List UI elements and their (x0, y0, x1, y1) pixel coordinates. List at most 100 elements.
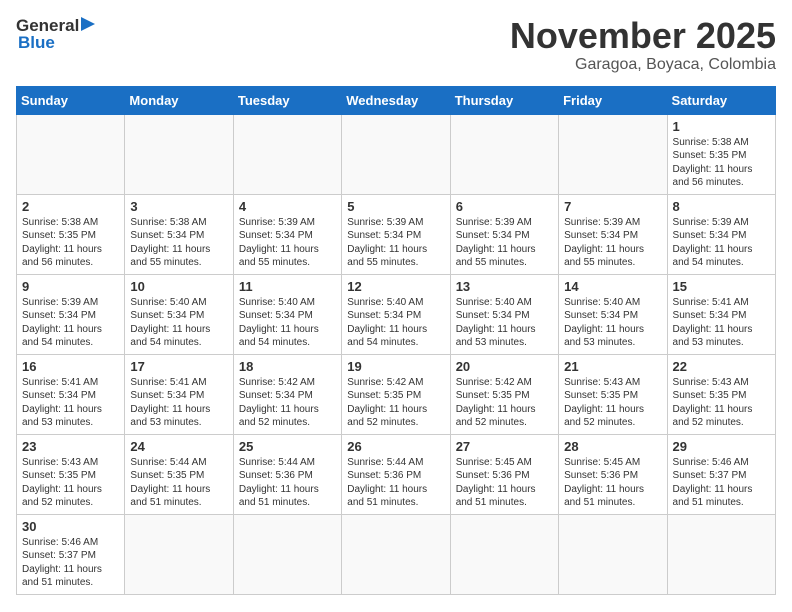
page-header: General Blue November 2025 Garagoa, Boya… (16, 16, 776, 74)
logo-arrow-icon (81, 17, 95, 31)
weekday-header-tuesday: Tuesday (233, 86, 341, 114)
calendar-cell (559, 514, 667, 594)
day-info: Sunrise: 5:40 AM Sunset: 5:34 PM Dayligh… (564, 296, 661, 350)
day-info: Sunrise: 5:43 AM Sunset: 5:35 PM Dayligh… (22, 456, 119, 510)
calendar-cell: 15Sunrise: 5:41 AM Sunset: 5:34 PM Dayli… (667, 274, 775, 354)
day-info: Sunrise: 5:42 AM Sunset: 5:34 PM Dayligh… (239, 376, 336, 430)
calendar-table: SundayMondayTuesdayWednesdayThursdayFrid… (16, 86, 776, 595)
weekday-header-sunday: Sunday (17, 86, 125, 114)
calendar-cell: 30Sunrise: 5:46 AM Sunset: 5:37 PM Dayli… (17, 514, 125, 594)
calendar-cell: 18Sunrise: 5:42 AM Sunset: 5:34 PM Dayli… (233, 354, 341, 434)
day-number: 7 (564, 199, 661, 214)
day-info: Sunrise: 5:42 AM Sunset: 5:35 PM Dayligh… (347, 376, 444, 430)
day-number: 8 (673, 199, 770, 214)
calendar-cell (233, 514, 341, 594)
day-info: Sunrise: 5:46 AM Sunset: 5:37 PM Dayligh… (22, 536, 119, 590)
calendar-cell: 12 Sunrise: 5:40 AM Sunset: 5:34 PM Dayli… (342, 274, 450, 354)
calendar-cell: 13Sunrise: 5:40 AM Sunset: 5:34 PM Dayli… (450, 274, 558, 354)
day-number: 14 (564, 279, 661, 294)
day-info: Sunrise: 5:45 AM Sunset: 5:36 PM Dayligh… (456, 456, 553, 510)
calendar-cell (125, 114, 233, 194)
calendar-cell: 9Sunrise: 5:39 AM Sunset: 5:34 PM Daylig… (17, 274, 125, 354)
day-info: Sunrise: 5:43 AM Sunset: 5:35 PM Dayligh… (673, 376, 770, 430)
day-number: 2 (22, 199, 119, 214)
day-info: Sunrise: 5:41 AM Sunset: 5:34 PM Dayligh… (673, 296, 770, 350)
day-info: Sunrise: 5:46 AM Sunset: 5:37 PM Dayligh… (673, 456, 770, 510)
day-number: 1 (673, 119, 770, 134)
month-title: November 2025 (510, 16, 776, 56)
calendar-cell (559, 114, 667, 194)
day-number: 20 (456, 359, 553, 374)
day-info: Sunrise: 5:40 AM Sunset: 5:34 PM Dayligh… (130, 296, 227, 350)
calendar-body: 1 Sunrise: 5:38 AM Sunset: 5:35 PM Daylig… (17, 114, 776, 594)
day-info: Sunrise: 5:39 AM Sunset: 5:34 PM Dayligh… (239, 216, 336, 270)
calendar-cell: 17Sunrise: 5:41 AM Sunset: 5:34 PM Dayli… (125, 354, 233, 434)
calendar-cell: 10 Sunrise: 5:40 AM Sunset: 5:34 PM Dayli… (125, 274, 233, 354)
calendar-cell: 11 Sunrise: 5:40 AM Sunset: 5:34 PM Dayli… (233, 274, 341, 354)
day-info: Sunrise: 5:38 AM Sunset: 5:35 PM Dayligh… (22, 216, 119, 270)
day-info: Sunrise: 5:40 AM Sunset: 5:34 PM Dayligh… (347, 296, 444, 350)
day-number: 19 (347, 359, 444, 374)
calendar-cell: 29 Sunrise: 5:46 AM Sunset: 5:37 PM Dayli… (667, 434, 775, 514)
calendar-header: SundayMondayTuesdayWednesdayThursdayFrid… (17, 86, 776, 114)
day-info: Sunrise: 5:45 AM Sunset: 5:36 PM Dayligh… (564, 456, 661, 510)
calendar-cell (233, 114, 341, 194)
day-number: 6 (456, 199, 553, 214)
location-title: Garagoa, Boyaca, Colombia (510, 56, 776, 74)
day-info: Sunrise: 5:44 AM Sunset: 5:36 PM Dayligh… (239, 456, 336, 510)
weekday-header-row: SundayMondayTuesdayWednesdayThursdayFrid… (17, 86, 776, 114)
title-area: November 2025 Garagoa, Boyaca, Colombia (510, 16, 776, 74)
day-number: 16 (22, 359, 119, 374)
day-info: Sunrise: 5:40 AM Sunset: 5:34 PM Dayligh… (456, 296, 553, 350)
calendar-week-row: 23 Sunrise: 5:43 AM Sunset: 5:35 PM Dayli… (17, 434, 776, 514)
day-number: 11 (239, 279, 336, 294)
calendar-week-row: 9Sunrise: 5:39 AM Sunset: 5:34 PM Daylig… (17, 274, 776, 354)
day-number: 29 (673, 439, 770, 454)
day-number: 26 (347, 439, 444, 454)
day-info: Sunrise: 5:44 AM Sunset: 5:36 PM Dayligh… (347, 456, 444, 510)
logo: General Blue (16, 16, 95, 53)
calendar-cell: 16 Sunrise: 5:41 AM Sunset: 5:34 PM Dayli… (17, 354, 125, 434)
day-info: Sunrise: 5:38 AM Sunset: 5:35 PM Dayligh… (673, 136, 770, 190)
calendar-cell (17, 114, 125, 194)
day-number: 5 (347, 199, 444, 214)
day-number: 28 (564, 439, 661, 454)
day-number: 23 (22, 439, 119, 454)
calendar-cell: 27Sunrise: 5:45 AM Sunset: 5:36 PM Dayli… (450, 434, 558, 514)
weekday-header-saturday: Saturday (667, 86, 775, 114)
day-info: Sunrise: 5:39 AM Sunset: 5:34 PM Dayligh… (564, 216, 661, 270)
day-number: 10 (130, 279, 227, 294)
calendar-cell: 2 Sunrise: 5:38 AM Sunset: 5:35 PM Daylig… (17, 194, 125, 274)
calendar-cell: 7 Sunrise: 5:39 AM Sunset: 5:34 PM Daylig… (559, 194, 667, 274)
calendar-cell (125, 514, 233, 594)
day-info: Sunrise: 5:39 AM Sunset: 5:34 PM Dayligh… (673, 216, 770, 270)
day-number: 4 (239, 199, 336, 214)
day-info: Sunrise: 5:39 AM Sunset: 5:34 PM Dayligh… (456, 216, 553, 270)
calendar-cell: 1 Sunrise: 5:38 AM Sunset: 5:35 PM Daylig… (667, 114, 775, 194)
day-info: Sunrise: 5:41 AM Sunset: 5:34 PM Dayligh… (22, 376, 119, 430)
logo-blue-line: Blue (16, 33, 95, 53)
calendar-cell (450, 114, 558, 194)
calendar-week-row: 2 Sunrise: 5:38 AM Sunset: 5:35 PM Daylig… (17, 194, 776, 274)
day-info: Sunrise: 5:40 AM Sunset: 5:34 PM Dayligh… (239, 296, 336, 350)
calendar-cell: 22 Sunrise: 5:43 AM Sunset: 5:35 PM Dayli… (667, 354, 775, 434)
calendar-cell: 23 Sunrise: 5:43 AM Sunset: 5:35 PM Dayli… (17, 434, 125, 514)
day-number: 9 (22, 279, 119, 294)
day-number: 12 (347, 279, 444, 294)
calendar-cell: 28 Sunrise: 5:45 AM Sunset: 5:36 PM Dayli… (559, 434, 667, 514)
calendar-cell: 4 Sunrise: 5:39 AM Sunset: 5:34 PM Daylig… (233, 194, 341, 274)
day-info: Sunrise: 5:43 AM Sunset: 5:35 PM Dayligh… (564, 376, 661, 430)
calendar-cell (667, 514, 775, 594)
calendar-cell (450, 514, 558, 594)
day-info: Sunrise: 5:44 AM Sunset: 5:35 PM Dayligh… (130, 456, 227, 510)
weekday-header-wednesday: Wednesday (342, 86, 450, 114)
calendar-cell: 19 Sunrise: 5:42 AM Sunset: 5:35 PM Dayli… (342, 354, 450, 434)
calendar-week-row: 30Sunrise: 5:46 AM Sunset: 5:37 PM Dayli… (17, 514, 776, 594)
day-number: 22 (673, 359, 770, 374)
calendar-cell (342, 514, 450, 594)
calendar-cell: 8 Sunrise: 5:39 AM Sunset: 5:34 PM Daylig… (667, 194, 775, 274)
day-info: Sunrise: 5:39 AM Sunset: 5:34 PM Dayligh… (347, 216, 444, 270)
day-number: 25 (239, 439, 336, 454)
weekday-header-thursday: Thursday (450, 86, 558, 114)
day-number: 24 (130, 439, 227, 454)
